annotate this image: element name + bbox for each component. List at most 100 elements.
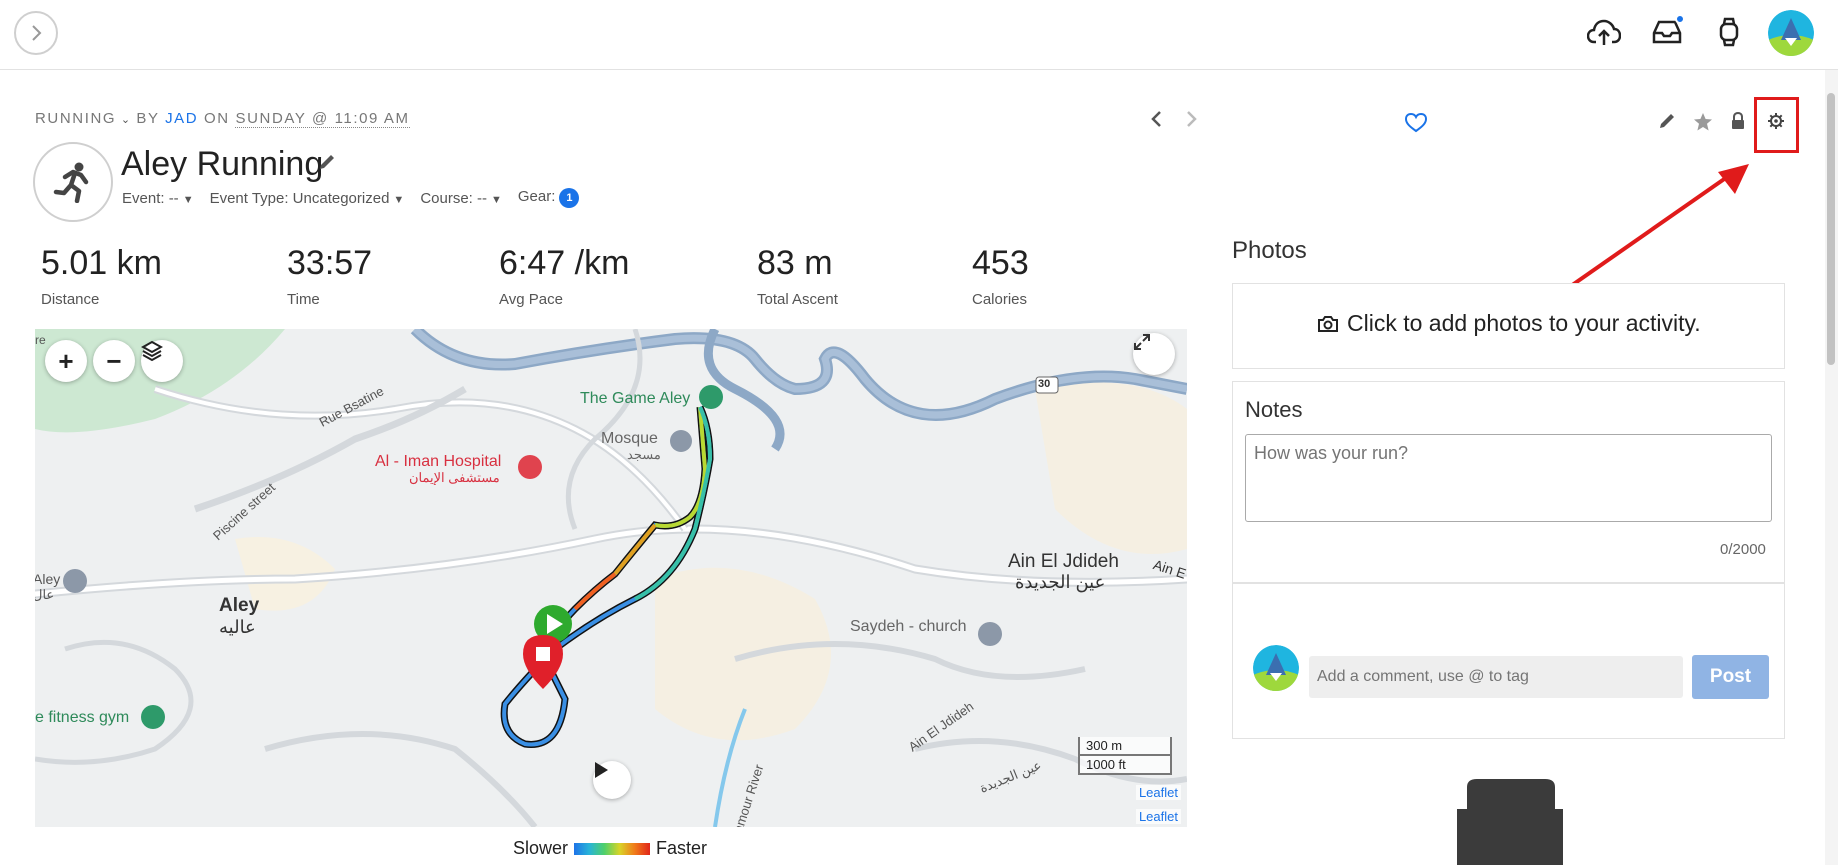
map-label-hospital-ar: مستشفى الإيمان <box>409 470 500 485</box>
map-label-mosque: Mosque <box>601 430 658 447</box>
chevron-right-icon <box>32 25 42 41</box>
event-type-dropdown[interactable]: Event Type: Uncategorized ▼ <box>210 190 405 207</box>
stat-time: 33:57 Time <box>287 244 372 308</box>
pace-gradient-bar <box>574 842 651 855</box>
map-label-jdideh-ar: عين الجديدة <box>1015 572 1106 592</box>
running-activity-icon <box>33 142 113 222</box>
scale-imperial: 1000 ft <box>1080 754 1170 773</box>
play-icon <box>595 762 608 778</box>
chevron-right-icon <box>1187 111 1197 127</box>
camera-icon <box>1318 315 1338 332</box>
map-scale: 300 m 1000 ft <box>1078 737 1172 775</box>
expand-icon <box>1134 334 1150 350</box>
pace-legend: Slower Faster <box>513 838 707 859</box>
stat-label: Distance <box>41 291 100 308</box>
star-icon <box>1694 113 1712 131</box>
event-label: Event: -- <box>122 189 179 207</box>
stat-total-ascent: 83 m Total Ascent <box>757 244 838 308</box>
map-label-aley-left: Aley <box>35 571 61 587</box>
stat-label: Calories <box>972 291 1028 308</box>
notes-title: Notes <box>1245 397 1303 422</box>
legend-faster: Faster <box>656 838 708 858</box>
play-route-button[interactable] <box>593 761 631 799</box>
device-image <box>1457 779 1563 865</box>
edit-title-button[interactable] <box>318 153 336 176</box>
device-button[interactable] <box>1711 14 1747 50</box>
activity-meta: RUNNING ⌄ BY JAD ON SUNDAY @ 11:09 AM <box>35 110 410 128</box>
zoom-in-button[interactable]: + <box>45 340 87 382</box>
event-dropdown[interactable]: Event: -- ▼ <box>122 190 194 207</box>
activity-title: Aley Running <box>121 145 324 183</box>
expand-sidebar-button[interactable] <box>14 11 58 55</box>
caret-down-icon: ▼ <box>393 193 405 206</box>
runner-icon <box>53 162 89 203</box>
page-scrollbar[interactable] <box>1825 70 1838 865</box>
on-label: ON <box>204 110 230 127</box>
activity-map[interactable]: + − The Game Aley Mosque مسجد Al - Iman … <box>35 329 1187 827</box>
activity-datetime: SUNDAY @ 11:09 AM <box>235 110 410 128</box>
heart-icon <box>1404 112 1428 133</box>
lock-icon <box>1732 111 1744 129</box>
legend-slower: Slower <box>513 838 569 858</box>
favorite-button[interactable] <box>1693 112 1713 137</box>
map-label-road-30: 30 <box>1038 378 1051 390</box>
scrollbar-thumb[interactable] <box>1827 93 1835 365</box>
comment-avatar <box>1253 645 1299 691</box>
edit-button[interactable] <box>1658 112 1676 135</box>
activity-tags: Event: -- ▼ Event Type: Uncategorized ▼ Co… <box>122 188 580 208</box>
inbox-button[interactable] <box>1649 14 1685 50</box>
map-label-re: re <box>35 333 46 347</box>
stat-label: Time <box>287 291 320 308</box>
map-label-aley: Aley <box>219 595 260 616</box>
stat-distance: 5.01 km Distance <box>41 244 162 308</box>
map-label-hospital: Al - Iman Hospital <box>375 453 502 470</box>
layers-button[interactable] <box>141 340 183 382</box>
gear-count-badge: 1 <box>559 188 580 208</box>
scale-metric: 300 m <box>1086 738 1123 753</box>
privacy-button[interactable] <box>1731 111 1745 135</box>
gear-link[interactable]: Gear: 1 <box>518 188 580 208</box>
comment-input[interactable] <box>1309 656 1683 698</box>
author-link[interactable]: JAD <box>165 110 198 127</box>
upload-button[interactable] <box>1586 14 1622 50</box>
post-comment-button[interactable]: Post <box>1692 655 1769 699</box>
map-label-mosque-ar: مسجد <box>627 447 661 462</box>
layers-icon <box>141 340 163 362</box>
stat-value: 33:57 <box>287 244 373 282</box>
pencil-icon <box>1660 114 1674 128</box>
photos-title: Photos <box>1232 237 1307 264</box>
add-photos-button[interactable]: Click to add photos to your activity. <box>1317 310 1701 337</box>
watch-icon <box>1719 17 1739 47</box>
course-label: Course: -- <box>420 189 487 207</box>
map-label-aley-left-ar: عال <box>35 587 55 602</box>
map-label-game: The Game Aley <box>580 390 691 407</box>
chevron-down-icon[interactable]: ⌄ <box>116 114 136 126</box>
course-dropdown[interactable]: Course: -- ▼ <box>420 190 502 207</box>
previous-activity-button[interactable] <box>1150 108 1162 134</box>
leaflet-attribution-link[interactable]: Leaflet <box>1135 785 1181 800</box>
notification-badge <box>1675 14 1685 24</box>
like-button[interactable] <box>1404 112 1428 138</box>
stat-avg-pace: 6:47 /km Avg Pace <box>499 244 629 308</box>
map-label-saydeh: Saydeh - church <box>850 618 967 635</box>
fullscreen-button[interactable] <box>1133 333 1175 375</box>
stat-label: Avg Pace <box>499 291 563 308</box>
notes-input[interactable] <box>1245 434 1772 522</box>
top-bar <box>0 0 1838 70</box>
stat-value: 6:47 /km <box>499 244 630 282</box>
stat-value: 453 <box>972 244 1029 282</box>
chevron-left-icon <box>1151 111 1161 127</box>
zoom-out-button[interactable]: − <box>93 340 135 382</box>
activity-type-dropdown[interactable]: RUNNING <box>35 110 116 127</box>
stat-value: 83 m <box>757 244 833 282</box>
notes-counter: 0/2000 <box>1720 541 1766 558</box>
pencil-icon <box>320 155 334 169</box>
stat-calories: 453 Calories <box>972 244 1029 308</box>
cloud-upload-icon <box>1587 19 1621 45</box>
map-label-fitness: e fitness gym <box>35 709 130 726</box>
user-avatar[interactable] <box>1768 10 1814 56</box>
leaflet-attribution-link[interactable]: Leaflet <box>1135 809 1181 824</box>
gear-label: Gear: <box>517 188 556 205</box>
next-activity-button[interactable] <box>1186 108 1198 134</box>
stat-label: Total Ascent <box>757 291 838 308</box>
